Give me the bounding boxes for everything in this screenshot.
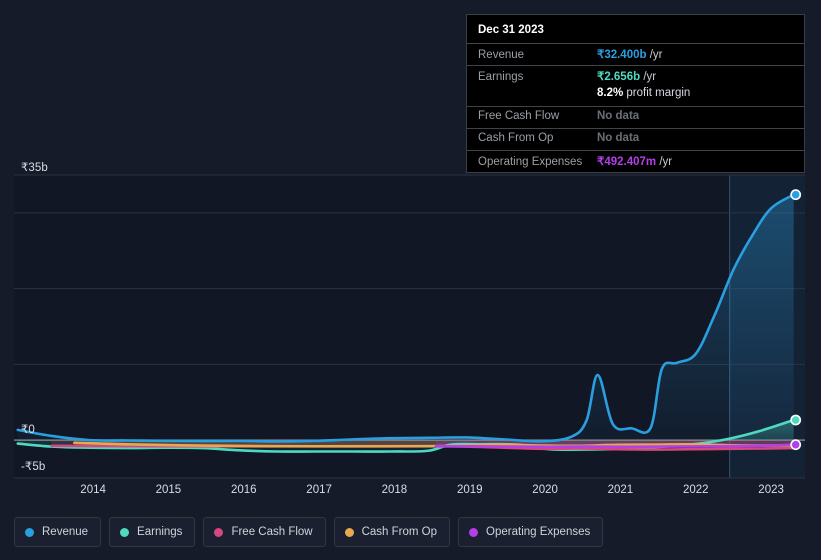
endpoint-marker-operating-expenses bbox=[790, 439, 802, 451]
y-axis-label-35b: ₹35b bbox=[21, 162, 48, 174]
x-axis-tick-2023: 2023 bbox=[758, 484, 784, 496]
tooltip-row: Cash From Op No data bbox=[467, 128, 804, 150]
tooltip-metric-value: ₹492.407m /yr bbox=[597, 154, 672, 168]
x-axis-tick-2018: 2018 bbox=[381, 484, 408, 496]
endpoint-marker-earnings bbox=[790, 414, 802, 426]
x-axis-tick-2016: 2016 bbox=[230, 484, 257, 496]
legend-color-dot-icon bbox=[469, 527, 479, 537]
tooltip-value-number: ₹32.400b bbox=[597, 49, 647, 61]
legend-color-dot-icon bbox=[120, 527, 130, 537]
legend-color-dot-icon bbox=[214, 527, 224, 537]
legend-item-label: Free Cash Flow bbox=[231, 526, 313, 538]
y-axis-label-0: ₹0 bbox=[21, 424, 35, 436]
financial-performance-chart: ₹35b ₹0 -₹5b 2014 2015 2016 2017 2018 2019 202… bbox=[0, 0, 821, 560]
x-axis-tick-2017: 2017 bbox=[306, 484, 332, 496]
y-axis-label-neg5b: -₹5b bbox=[21, 461, 46, 473]
tooltip-value-number: ₹2.656b bbox=[597, 71, 641, 83]
tooltip-metric-value: No data bbox=[597, 110, 639, 122]
legend-item-free-cash-flow[interactable]: Free Cash Flow bbox=[203, 517, 326, 547]
tooltip-row: Operating Expenses ₹492.407m /yr bbox=[467, 150, 804, 172]
tooltip-value-unit: /yr bbox=[640, 71, 657, 83]
legend-item-operating-expenses[interactable]: Operating Expenses bbox=[458, 517, 604, 547]
tooltip-metric-label: Free Cash Flow bbox=[478, 110, 560, 122]
legend-item-earnings[interactable]: Earnings bbox=[109, 517, 196, 547]
tooltip-metric-label: Cash From Op bbox=[478, 132, 554, 144]
x-axis-tick-2019: 2019 bbox=[456, 484, 483, 496]
legend-color-dot-icon bbox=[25, 527, 34, 537]
tooltip-value-number: ₹492.407m bbox=[597, 156, 657, 168]
tooltip-row: Revenue ₹32.400b /yr bbox=[467, 43, 804, 65]
tooltip-value-number: No data bbox=[597, 132, 640, 144]
tooltip-value-number: 8.2% bbox=[597, 87, 624, 99]
legend-item-label: Earnings bbox=[137, 526, 183, 538]
legend-item-label: Operating Expenses bbox=[486, 526, 591, 538]
x-axis-tick-2014: 2014 bbox=[80, 484, 106, 496]
tooltip-rows: Revenue ₹32.400b /yr Earnings ₹2.656b /yr 8.… bbox=[467, 43, 804, 172]
tooltip-metric-label: Revenue bbox=[478, 49, 525, 61]
x-axis-tick-2020: 2020 bbox=[532, 484, 558, 496]
tooltip-metric-label: Operating Expenses bbox=[478, 156, 583, 168]
tooltip-metric-value: ₹2.656b /yr bbox=[597, 69, 656, 83]
legend-item-label: Revenue bbox=[42, 526, 89, 538]
tooltip-value-number: No data bbox=[597, 110, 640, 122]
legend-item-cash-from-op[interactable]: Cash From Op bbox=[333, 517, 451, 547]
x-axis-tick-2015: 2015 bbox=[155, 484, 182, 496]
tooltip-row: 8.2% profit margin bbox=[467, 87, 804, 106]
x-axis-tick-2022: 2022 bbox=[682, 484, 709, 496]
tooltip-metric-value: No data bbox=[597, 132, 639, 144]
legend-color-dot-icon bbox=[344, 527, 354, 537]
chart-legend[interactable]: Revenue Earnings Free Cash Flow Cash From O… bbox=[14, 517, 604, 547]
data-tooltip: Dec 31 2023 Revenue ₹32.400b /yr Earnings ₹… bbox=[466, 14, 805, 173]
tooltip-value-unit: /yr bbox=[656, 156, 673, 168]
tooltip-metric-value: 8.2% profit margin bbox=[597, 87, 690, 99]
legend-item-revenue[interactable]: Revenue bbox=[14, 517, 102, 547]
x-axis-tick-2021: 2021 bbox=[607, 484, 634, 496]
tooltip-metric-label: Earnings bbox=[478, 71, 524, 83]
legend-item-label: Cash From Op bbox=[361, 526, 438, 538]
tooltip-row: Earnings ₹2.656b /yr bbox=[467, 65, 804, 87]
tooltip-row: Free Cash Flow No data bbox=[467, 106, 804, 128]
endpoint-marker-revenue bbox=[790, 189, 802, 201]
tooltip-value-unit: /yr bbox=[646, 49, 663, 61]
tooltip-value-unit: profit margin bbox=[623, 87, 691, 99]
tooltip-metric-value: ₹32.400b /yr bbox=[597, 47, 663, 61]
tooltip-title: Dec 31 2023 bbox=[478, 24, 544, 36]
